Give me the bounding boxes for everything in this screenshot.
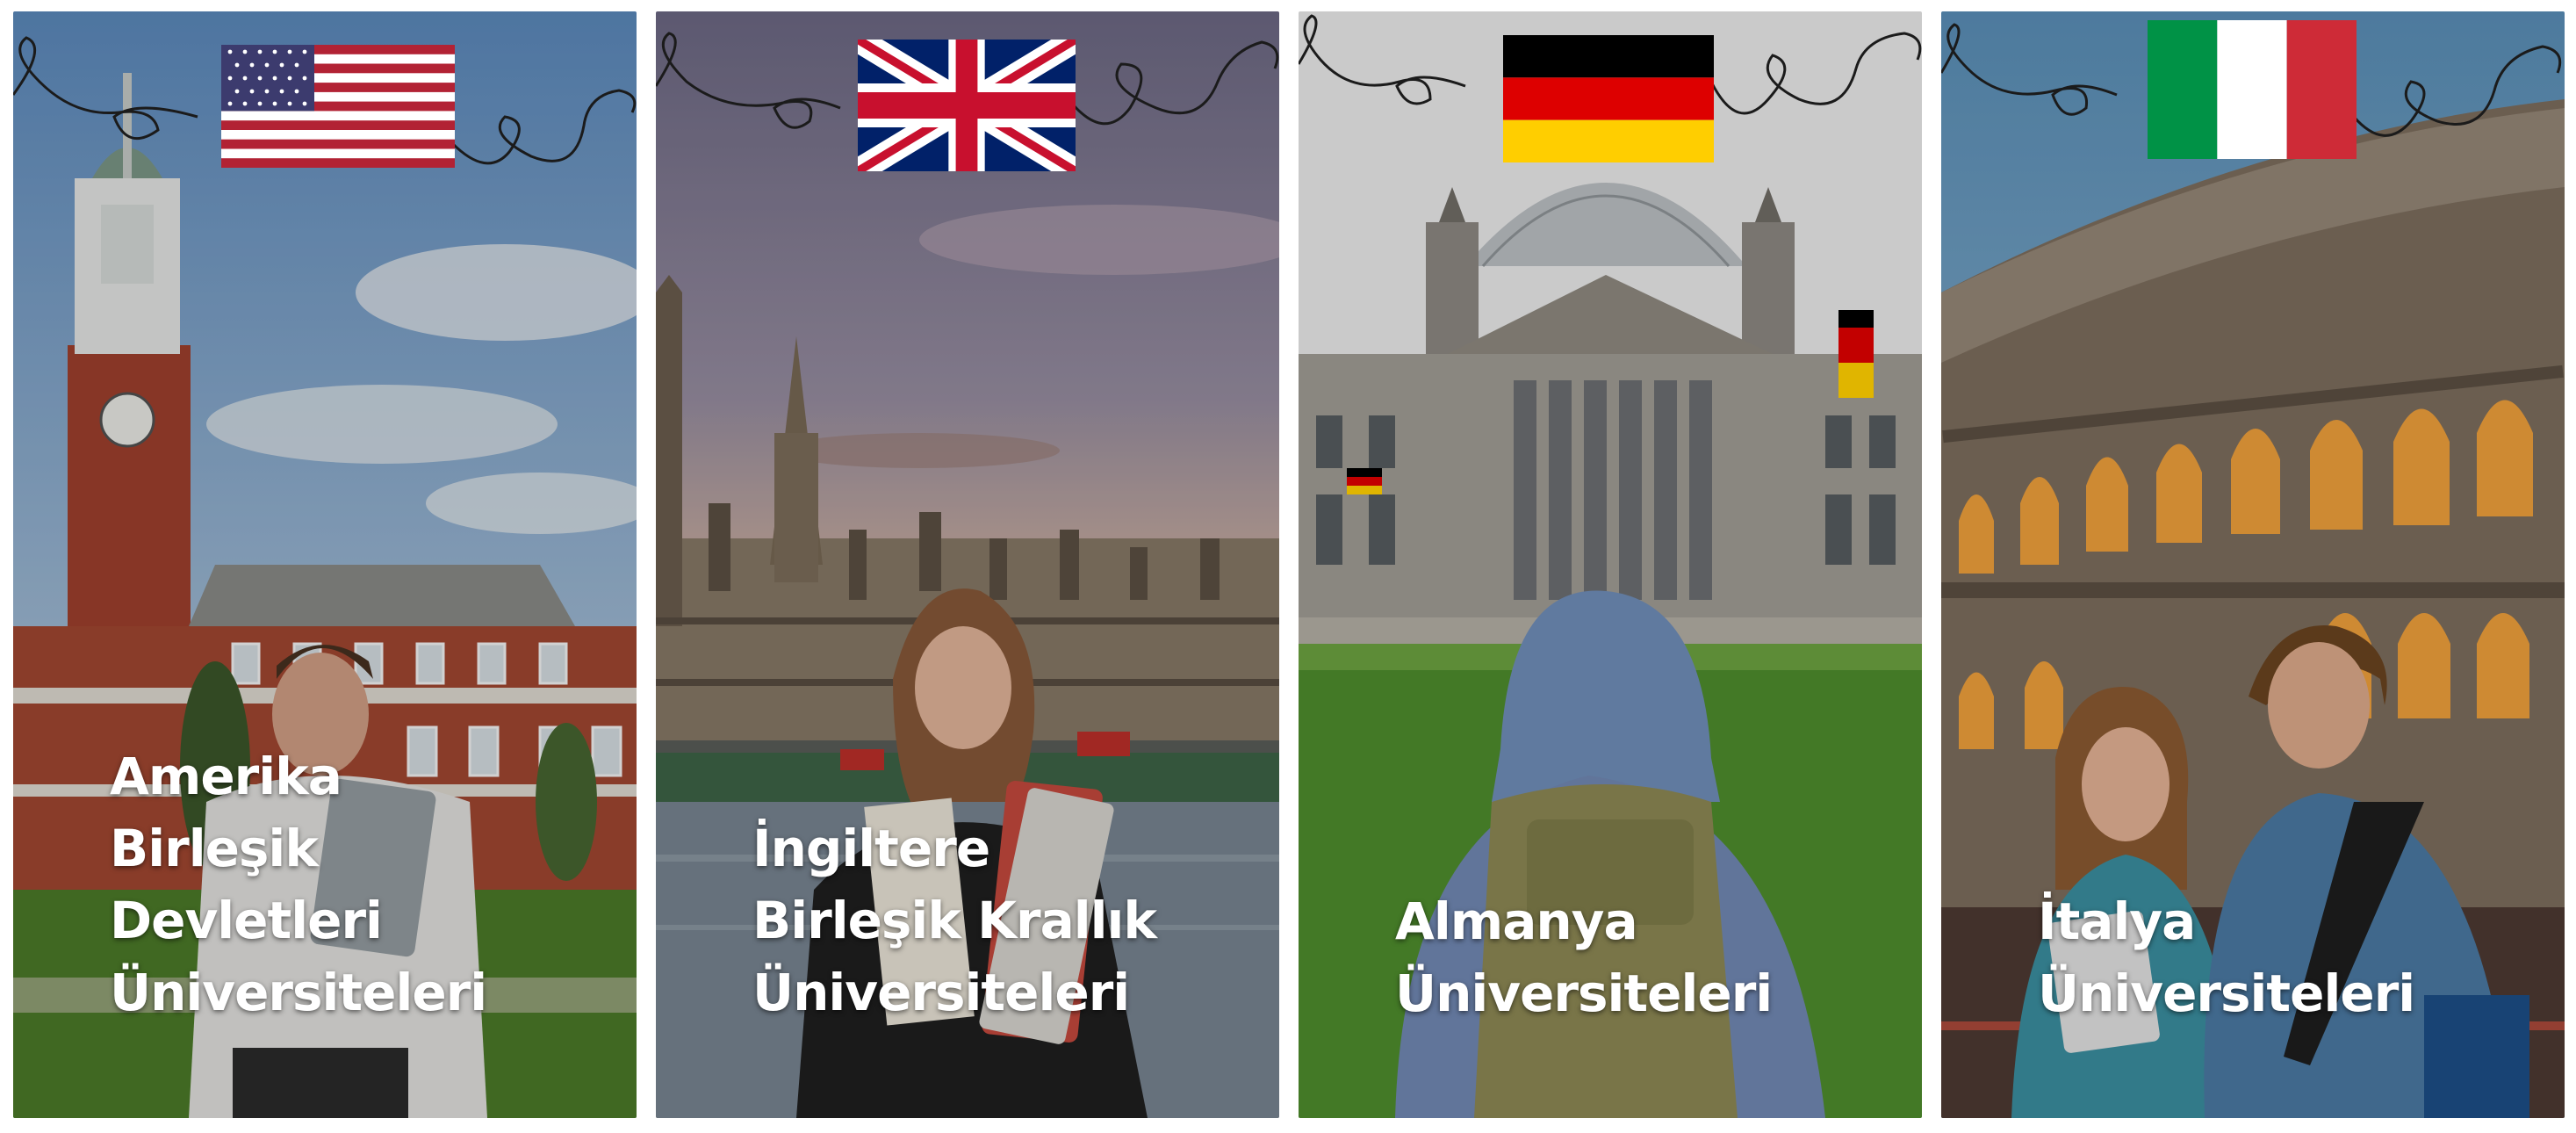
title-line: Üniversiteleri (752, 963, 1130, 1022)
uk-flag-icon (858, 40, 1076, 171)
title-line: İtalya (2038, 891, 2196, 951)
card-title: İtalya Üniversiteleri (2038, 885, 2538, 1029)
title-line: Birleşik (110, 819, 319, 878)
title-line: Üniversiteleri (110, 963, 487, 1022)
title-line: Üniversiteleri (1395, 963, 1773, 1023)
card-title: Almanya Üniversiteleri (1395, 885, 1896, 1029)
italy-flag-icon (2148, 20, 2357, 159)
title-line: Birleşik Krallık (752, 891, 1157, 950)
usa-universities-card[interactable]: Amerika Birleşik Devletleri Üniversitele… (13, 11, 637, 1118)
uk-universities-card[interactable]: İngiltere Birleşik Krallık Üniversiteler… (656, 11, 1279, 1118)
germany-flag-icon (1503, 35, 1714, 162)
title-line: Amerika (110, 747, 342, 806)
card-title: İngiltere Birleşik Krallık Üniversiteler… (752, 812, 1253, 1028)
germany-universities-card[interactable]: Almanya Üniversiteleri (1299, 11, 1922, 1118)
title-line: Devletleri (110, 891, 383, 950)
title-line: Almanya (1395, 891, 1638, 951)
italy-universities-card[interactable]: İtalya Üniversiteleri (1941, 11, 2565, 1118)
usa-flag-icon (221, 45, 455, 168)
title-line: İngiltere (752, 819, 990, 878)
card-title: Amerika Birleşik Devletleri Üniversitele… (110, 740, 610, 1028)
title-line: Üniversiteleri (2038, 963, 2415, 1023)
